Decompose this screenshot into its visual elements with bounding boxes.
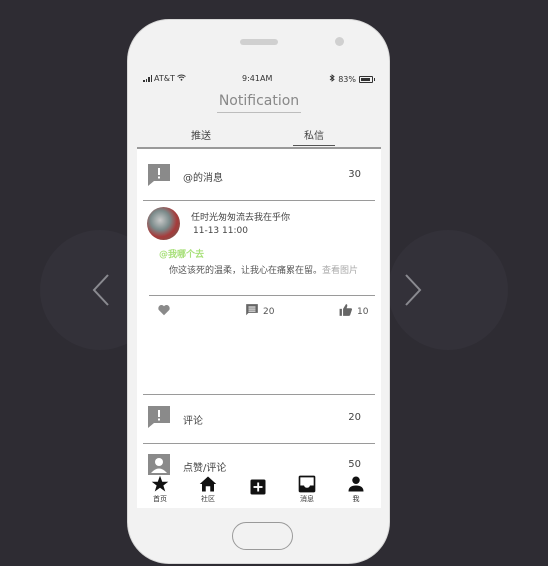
nav-me-label: 我 <box>352 495 360 503</box>
nav-community-label: 社区 <box>201 495 215 503</box>
post-actions: 20 10 <box>149 295 375 317</box>
chevron-right-icon[interactable] <box>398 272 428 308</box>
home-button[interactable] <box>232 522 293 550</box>
mentions-count: 30 <box>348 169 361 180</box>
comment-button[interactable]: 20 <box>245 303 274 320</box>
likes-label: 点赞/评论 <box>183 463 227 474</box>
header: Notification <box>137 89 381 119</box>
post-mention-link[interactable]: @我哪个去 <box>159 247 204 260</box>
phone-speaker <box>240 39 278 45</box>
signal-icon <box>143 75 152 82</box>
home-icon <box>199 476 217 492</box>
nav-home-label: 首页 <box>153 495 167 503</box>
comments-label: 评论 <box>183 416 203 427</box>
inbox-icon <box>298 475 316 493</box>
carrier-label: AT&T <box>154 74 175 83</box>
nav-messages-label: 消息 <box>300 495 314 503</box>
battery-icon <box>359 75 375 83</box>
chevron-left-icon[interactable] <box>88 272 118 308</box>
tab-private-message[interactable]: 私信 <box>293 127 335 146</box>
phone-frame: AT&T 9:41AM 83% Notification 推送 私信 @的消息 … <box>127 19 390 564</box>
post-body: 你这该死的温柔，让我心在痛累在留。查看图片 <box>169 263 358 276</box>
post-author: 任时光匆匆流去我在乎你 <box>191 213 291 223</box>
nav-add[interactable] <box>238 478 278 497</box>
nav-community[interactable]: 社区 <box>188 475 228 504</box>
phone-camera <box>335 37 344 46</box>
post-date: 11-13 11:00 <box>193 226 248 236</box>
thumbs-up-button[interactable]: 10 <box>339 303 368 320</box>
status-right: 83% <box>329 74 375 84</box>
status-time: 9:41AM <box>242 74 273 83</box>
comment-icon <box>245 303 259 320</box>
comment-count: 20 <box>263 306 275 317</box>
mentions-row[interactable]: @的消息 30 <box>137 151 381 201</box>
nav-messages[interactable]: 消息 <box>287 475 327 504</box>
post-text: 你这该死的温柔，让我心在痛累在留。 <box>169 266 323 276</box>
nav-me[interactable]: 我 <box>336 475 376 504</box>
carrier: AT&T <box>143 74 186 83</box>
like-button[interactable] <box>157 303 171 320</box>
avatar[interactable] <box>147 207 180 240</box>
bluetooth-icon <box>329 74 335 84</box>
nav-home[interactable]: 首页 <box>140 475 180 504</box>
mentions-label: @的消息 <box>183 173 223 184</box>
star-icon <box>151 475 169 492</box>
tab-bar: 推送 私信 <box>137 119 381 149</box>
alert-message-icon <box>147 405 171 429</box>
wifi-icon <box>177 74 186 83</box>
heart-icon <box>157 303 171 320</box>
bottom-nav: 首页 社区 消息 我 <box>137 475 381 508</box>
contact-icon <box>147 453 171 477</box>
page-title: Notification <box>216 93 302 113</box>
add-icon <box>250 479 266 495</box>
alert-message-icon <box>147 163 171 187</box>
post-card[interactable]: 任时光匆匆流去我在乎你 11-13 11:00 @我哪个去 你这该死的温柔，让我… <box>137 201 381 376</box>
comments-row[interactable]: 评论 20 <box>137 393 381 443</box>
view-image-link[interactable]: 查看图片 <box>322 266 358 276</box>
person-icon <box>348 476 364 492</box>
thumbs-up-icon <box>339 303 353 320</box>
tab-push[interactable]: 推送 <box>191 127 211 142</box>
status-bar: AT&T 9:41AM 83% <box>137 71 381 89</box>
battery-percent: 83% <box>338 74 356 84</box>
comments-count: 20 <box>348 412 361 423</box>
like-count: 10 <box>357 306 369 317</box>
phone-screen: AT&T 9:41AM 83% Notification 推送 私信 @的消息 … <box>137 71 381 508</box>
likes-count: 50 <box>348 459 361 470</box>
